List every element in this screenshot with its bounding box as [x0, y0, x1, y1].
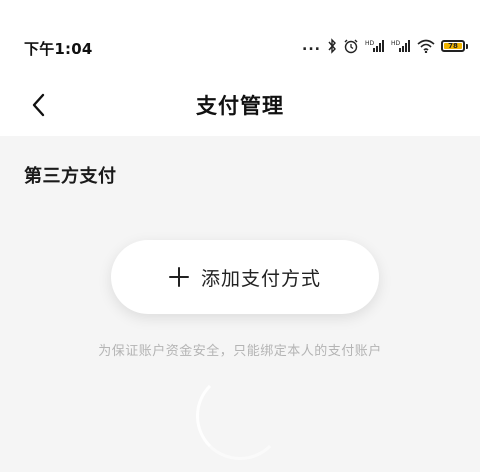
- add-payment-method-label: 添加支付方式: [200, 267, 321, 290]
- header: 支付管理: [0, 74, 480, 136]
- battery-level: 78: [444, 42, 462, 50]
- status-icons: ... HD HD 78: [302, 36, 468, 56]
- bluetooth-icon: [327, 38, 337, 54]
- svg-text:HD: HD: [365, 40, 375, 47]
- status-bar: 下午1:04 ... HD HD 78: [0, 0, 480, 74]
- alarm-icon: [343, 38, 359, 54]
- page-title: 支付管理: [196, 94, 284, 118]
- plus-icon: [168, 267, 189, 287]
- security-hint: 为保证账户资金安全，只能绑定本人的支付账户: [98, 344, 382, 359]
- add-payment-method-button[interactable]: 添加支付方式: [111, 240, 379, 314]
- signal-hd-1-icon: HD: [365, 39, 385, 53]
- battery-icon: 78: [441, 40, 468, 52]
- svg-text:HD: HD: [391, 40, 401, 47]
- more-notifications-icon: ...: [302, 38, 321, 54]
- wifi-icon: [417, 39, 435, 53]
- signal-hd-2-icon: HD: [391, 39, 411, 53]
- status-time: 下午1:04: [24, 40, 93, 58]
- section-title: 第三方支付: [24, 166, 117, 187]
- loading-spinner: [196, 372, 284, 460]
